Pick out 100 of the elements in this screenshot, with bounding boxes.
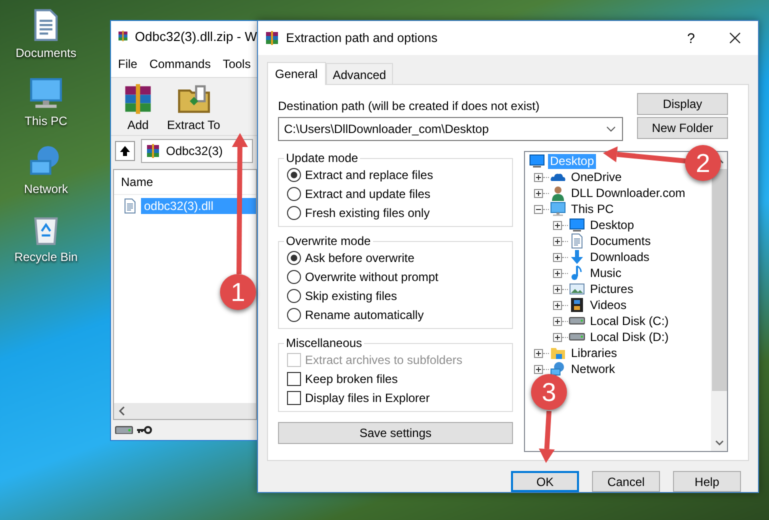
- tab[interactable]: Advanced: [326, 63, 394, 84]
- toolbar-button[interactable]: Add: [121, 82, 155, 133]
- expand-icon[interactable]: [553, 220, 562, 230]
- folder-tree-item[interactable]: Documents: [588, 234, 653, 248]
- download-arrow-icon: [569, 249, 585, 265]
- up-arrow-icon: [119, 145, 131, 157]
- dialog-button[interactable]: New Folder: [637, 117, 728, 139]
- menu-item[interactable]: File: [118, 57, 138, 71]
- address-text: Odbc32(3): [166, 144, 223, 158]
- help-button[interactable]: ?: [676, 30, 706, 46]
- hard-drive-icon: [569, 333, 585, 341]
- film-icon: [569, 297, 585, 313]
- folder-tree-item[interactable]: Music: [588, 266, 624, 280]
- folder-tree-item[interactable]: Downloads: [588, 250, 652, 264]
- menu-item[interactable]: Commands: [149, 57, 211, 71]
- monitor-icon: [529, 153, 545, 169]
- column-header[interactable]: Name: [121, 175, 154, 189]
- archive-books-icon: [264, 30, 280, 46]
- option-label: Rename automatically: [305, 308, 424, 322]
- close-icon: [729, 32, 741, 44]
- group-title: Overwrite mode: [285, 234, 372, 248]
- option-label: Keep broken files: [305, 372, 398, 386]
- scrollbar-thumb[interactable]: [712, 169, 726, 391]
- scroll-down-icon: [714, 440, 724, 446]
- desktop-icon-label[interactable]: Recycle Bin: [14, 250, 78, 264]
- folder-tree-item[interactable]: OneDrive: [569, 170, 624, 184]
- option-label: Extract and update files: [305, 186, 430, 200]
- desktop-icon-label[interactable]: Documents: [16, 46, 76, 60]
- folder-icon: [550, 345, 566, 361]
- folder-tree-item[interactable]: Local Disk (C:): [588, 314, 671, 328]
- expand-icon[interactable]: [534, 348, 543, 358]
- scroll-left-icon: [118, 406, 126, 416]
- folder-tree-item[interactable]: DLL Downloader.com: [569, 186, 688, 200]
- user-icon: [550, 185, 566, 201]
- radio-button[interactable]: [287, 270, 301, 284]
- folder-tree-item[interactable]: This PC: [569, 202, 616, 216]
- radio-button[interactable]: [287, 288, 301, 302]
- dialog-button[interactable]: OK: [511, 471, 579, 492]
- picture-icon: [569, 281, 585, 297]
- expand-icon[interactable]: [553, 284, 562, 294]
- dialog-title: Extraction path and options: [286, 31, 438, 45]
- network-icon: [550, 361, 566, 377]
- dialog-button[interactable]: Cancel: [592, 471, 660, 492]
- archive-books-icon: [145, 143, 161, 159]
- save-settings-button[interactable]: Save settings: [278, 422, 513, 444]
- desktop-icon-label[interactable]: Network: [24, 182, 68, 196]
- dialog-button[interactable]: Help: [673, 471, 741, 492]
- checkbox[interactable]: [287, 372, 301, 386]
- radio-button[interactable]: [287, 168, 301, 182]
- extract-folder-icon: [176, 82, 211, 116]
- expand-icon[interactable]: [553, 300, 562, 310]
- vertical-scrollbar[interactable]: [711, 152, 727, 451]
- option-label: Overwrite without prompt: [305, 270, 438, 284]
- monitor-icon: [569, 217, 585, 233]
- tab[interactable]: General: [267, 62, 326, 85]
- folder-tree-item[interactable]: Desktop: [588, 218, 636, 232]
- option-label: Fresh existing files only: [305, 206, 430, 220]
- expand-icon[interactable]: [553, 236, 562, 246]
- group-title: Update mode: [285, 151, 360, 165]
- group-title: Miscellaneous: [285, 336, 364, 350]
- dropdown-caret-icon: [606, 126, 616, 132]
- expand-icon[interactable]: [534, 364, 543, 374]
- radio-button[interactable]: [287, 206, 301, 220]
- archive-books-icon: [117, 28, 129, 44]
- folder-tree-item[interactable]: Libraries: [569, 346, 620, 360]
- toolbar-button[interactable]: Extract To: [167, 82, 220, 133]
- option-label: Extract and replace files: [305, 168, 434, 182]
- up-folder-button[interactable]: [115, 141, 135, 161]
- expand-icon[interactable]: [534, 188, 543, 198]
- key-icon: [136, 425, 152, 435]
- menu-item[interactable]: Tools: [222, 57, 251, 71]
- collapse-icon[interactable]: [534, 204, 543, 214]
- expand-icon[interactable]: [534, 172, 543, 182]
- destination-path-field[interactable]: C:\Users\DllDownloader_com\Desktop: [278, 117, 623, 141]
- expand-icon[interactable]: [553, 332, 562, 342]
- option-label: Ask before overwrite: [305, 250, 414, 264]
- document-icon: [122, 198, 138, 214]
- folder-tree-item[interactable]: Videos: [588, 298, 628, 312]
- folder-tree-item[interactable]: Pictures: [588, 282, 636, 296]
- hard-drive-icon: [115, 426, 133, 434]
- address-field[interactable]: Odbc32(3): [141, 139, 253, 163]
- window-title: Odbc32(3).dll.zip - W: [134, 28, 257, 44]
- folder-tree-item[interactable]: Network: [569, 362, 618, 376]
- pointer-arrow: [538, 410, 555, 463]
- option-label: Skip existing files: [305, 288, 398, 302]
- expand-icon[interactable]: [553, 252, 562, 262]
- expand-icon[interactable]: [553, 268, 562, 278]
- checkbox[interactable]: [287, 390, 301, 404]
- field-label: Destination path (will be created if does not exist): [278, 99, 540, 113]
- option-label: Display files in Explorer: [305, 390, 430, 404]
- hard-drive-icon: [569, 317, 585, 325]
- radio-button[interactable]: [287, 250, 301, 264]
- horizontal-scrollbar[interactable]: [114, 403, 256, 419]
- expand-icon[interactable]: [553, 316, 562, 326]
- document-icon: [569, 233, 585, 249]
- desktop-icon-label[interactable]: This PC: [24, 114, 68, 128]
- radio-button[interactable]: [287, 308, 301, 322]
- dialog-button[interactable]: Display: [637, 93, 728, 115]
- radio-button[interactable]: [287, 186, 301, 200]
- folder-tree-item[interactable]: Local Disk (D:): [588, 330, 671, 344]
